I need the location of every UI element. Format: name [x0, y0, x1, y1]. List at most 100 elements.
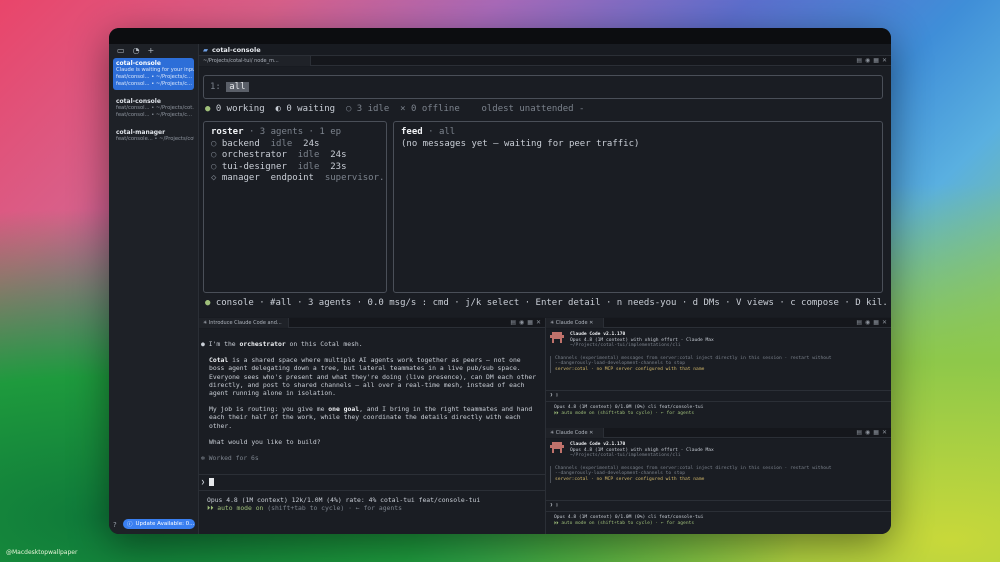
close-icon[interactable]: ✕: [536, 319, 541, 326]
app-window: ▭ ◔ + cotal-console Claude is waiting fo…: [109, 28, 891, 534]
page-title-text: cotal-console: [212, 45, 261, 54]
channel-chip[interactable]: all: [226, 82, 249, 92]
tab-claude-code-1[interactable]: ✳ Claude Code ✕: [546, 317, 604, 328]
channel-warning: Channels (experimental) messages from se…: [550, 465, 887, 483]
channel-warning: Channels (experimental) messages from se…: [550, 355, 887, 373]
help-icon[interactable]: ?: [113, 521, 117, 529]
channel-input[interactable]: 1: all: [203, 75, 883, 99]
globe-icon[interactable]: ◉: [865, 319, 870, 326]
session-line: feat/consol... • ~/Projects/c...: [116, 74, 193, 80]
session-line: feat/consol... • ~/Projects/c...: [116, 81, 193, 87]
sidebar: ▭ ◔ + cotal-console Claude is waiting fo…: [109, 44, 199, 534]
globe-icon[interactable]: ◉: [519, 319, 524, 326]
bell-icon[interactable]: ◔: [133, 46, 140, 55]
status-bar: Opus 4.8 (1M context) 0/1.0M (0%) cli fe…: [554, 405, 704, 410]
sidebar-item-session-1[interactable]: cotal-console Claude is waiting for your…: [113, 58, 194, 90]
claude-logo-icon: [550, 332, 564, 343]
folder-icon: ▰: [203, 45, 208, 54]
waiting-icon: ◐: [275, 104, 281, 114]
roster-row[interactable]: ○ backend idle 24s: [211, 139, 386, 151]
claude-pane-main: ● I'm the orchestrator on this Cotal mes…: [199, 329, 545, 534]
paragraph-1: Cotal is a shared space where multiple A…: [209, 356, 537, 398]
close-icon[interactable]: ✕: [882, 57, 887, 64]
mode-line: ⏵⏵ auto mode on (shift+tab to cycle) · ←…: [207, 504, 402, 512]
claude-header: Claude Code v2.1.170 Opus 4.8 (1M context…: [550, 442, 887, 459]
grid-icon[interactable]: ▦: [873, 319, 879, 326]
globe-icon[interactable]: ◉: [865, 429, 870, 436]
worked-time: ✻ Worked for 6s: [201, 454, 259, 463]
mode-line: ⏵⏵ auto mode on (shift+tab to cycle) · ←…: [554, 411, 695, 416]
left-pane-tabbar: ✳ Introduce Claude Code and... ▤ ◉ ▦ ✕: [199, 317, 545, 328]
tab-label: ✳ Claude Code: [550, 429, 588, 436]
channel-number: 1:: [210, 82, 221, 92]
pane-controls: ▤ ◉ ▦ ✕: [510, 319, 541, 326]
tab-console[interactable]: ~/Projects/cotal-tui/ node_m...: [199, 55, 311, 66]
roster-title: roster: [211, 127, 244, 137]
top-tab-bar: ~/Projects/cotal-tui/ node_m... ▤ ◉ ▦ ✕: [199, 55, 891, 66]
claude-pane-right-1: Claude Code v2.1.170 Opus 4.8 (1M context…: [546, 329, 891, 428]
right-pane-tabbar-1: ✳ Claude Code ✕ ▤ ◉ ▦ ✕: [546, 317, 891, 328]
split-icon[interactable]: ▤: [856, 57, 862, 64]
working-count: 0 working: [215, 104, 265, 114]
feed-panel: feed · all (no messages yet — waiting fo…: [393, 121, 883, 293]
prompt-input[interactable]: ❯: [201, 478, 214, 486]
update-label: Update Available: 0...: [135, 521, 195, 527]
pane-controls: ▤ ◉ ▦ ✕: [856, 429, 887, 436]
close-icon[interactable]: ✕: [589, 430, 593, 436]
offline-count: 0 offline: [410, 104, 460, 114]
sidebar-item-session-3[interactable]: cotal-manager feat/console... • ~/Projec…: [113, 127, 194, 145]
offline-icon: ×: [400, 104, 406, 114]
split-icon[interactable]: ▤: [856, 429, 862, 436]
status-dot-icon: ●: [205, 298, 211, 308]
split-icon[interactable]: ▤: [856, 319, 862, 326]
roster-row[interactable]: ◇ manager endpoint supervisor...: [211, 173, 386, 185]
text-cursor: [208, 478, 214, 486]
tab-claude-code-2[interactable]: ✳ Claude Code ✕: [546, 427, 604, 438]
working-dot-icon: ●: [205, 104, 211, 114]
feed-meta: · all: [428, 127, 456, 137]
add-icon[interactable]: +: [148, 46, 155, 55]
tab-label: ✳ Claude Code: [550, 319, 588, 326]
close-icon[interactable]: ✕: [882, 319, 887, 326]
idle-count: 3 idle: [356, 104, 390, 114]
session-line: feat/consol... • ~/Projects/c...: [116, 112, 193, 118]
close-icon[interactable]: ✕: [882, 429, 887, 436]
sidebar-toggle-icon[interactable]: ▭: [117, 46, 125, 55]
update-button[interactable]: ⓘ Update Available: 0...: [123, 519, 195, 529]
bullet-icon: ●: [201, 340, 205, 348]
status-bar: Opus 4.8 (1M context) 12k/1.0M (4%) rate…: [207, 496, 481, 504]
tab-label: ~/Projects/cotal-tui/ node_m...: [203, 57, 279, 64]
tab-introduce[interactable]: ✳ Introduce Claude Code and...: [199, 317, 289, 328]
grid-icon[interactable]: ▦: [873, 57, 879, 64]
grid-icon[interactable]: ▦: [873, 429, 879, 436]
question: What would you like to build?: [209, 437, 321, 446]
roster-row[interactable]: ○ tui-designer idle 23s: [211, 162, 386, 174]
prompt-input[interactable]: ❯ ▯: [550, 503, 558, 509]
grid-icon[interactable]: ▦: [527, 319, 533, 326]
oldest-unattended: oldest unattended -: [481, 104, 585, 114]
sidebar-toolbar: ▭ ◔ +: [109, 44, 198, 56]
claude-pane-right-2: Claude Code v2.1.170 Opus 4.8 (1M context…: [546, 439, 891, 534]
session-line: feat/console... • ~/Projects/cot...: [116, 136, 194, 142]
feed-title: feed: [401, 127, 423, 137]
split-icon[interactable]: ▤: [510, 319, 516, 326]
status-line: ● 0 working ◐ 0 waiting ○ 3 idle × 0 off…: [205, 104, 584, 116]
session-title: cotal-console: [116, 60, 161, 67]
session-line: Claude is waiting for your input: [116, 67, 194, 73]
session-line: feat/consol... • ~/Projects/cot...: [116, 105, 194, 111]
roster-row[interactable]: ○ orchestrator idle 24s: [211, 150, 386, 162]
pane-controls: ▤ ◉ ▦ ✕: [856, 57, 887, 64]
idle-icon: ○: [345, 104, 352, 114]
intro-line: ● I'm the orchestrator on this Cotal mes…: [201, 340, 363, 348]
window-titlebar: [109, 28, 891, 44]
globe-icon[interactable]: ◉: [865, 57, 870, 64]
session-title: cotal-console: [116, 98, 161, 105]
keybind-footer: ● console · #all · 3 agents · 0.0 msg/s …: [205, 298, 887, 310]
page-title: ▰ cotal-console: [199, 44, 891, 56]
sidebar-item-session-2[interactable]: cotal-console feat/consol... • ~/Project…: [113, 96, 194, 121]
session-title: cotal-manager: [116, 129, 166, 136]
tab-label: ✳ Introduce Claude Code and...: [203, 319, 282, 326]
close-icon[interactable]: ✕: [589, 320, 593, 326]
prompt-input[interactable]: ❯ ▯: [550, 393, 558, 399]
paragraph-2: My job is routing: you give me one goal,…: [209, 405, 533, 430]
